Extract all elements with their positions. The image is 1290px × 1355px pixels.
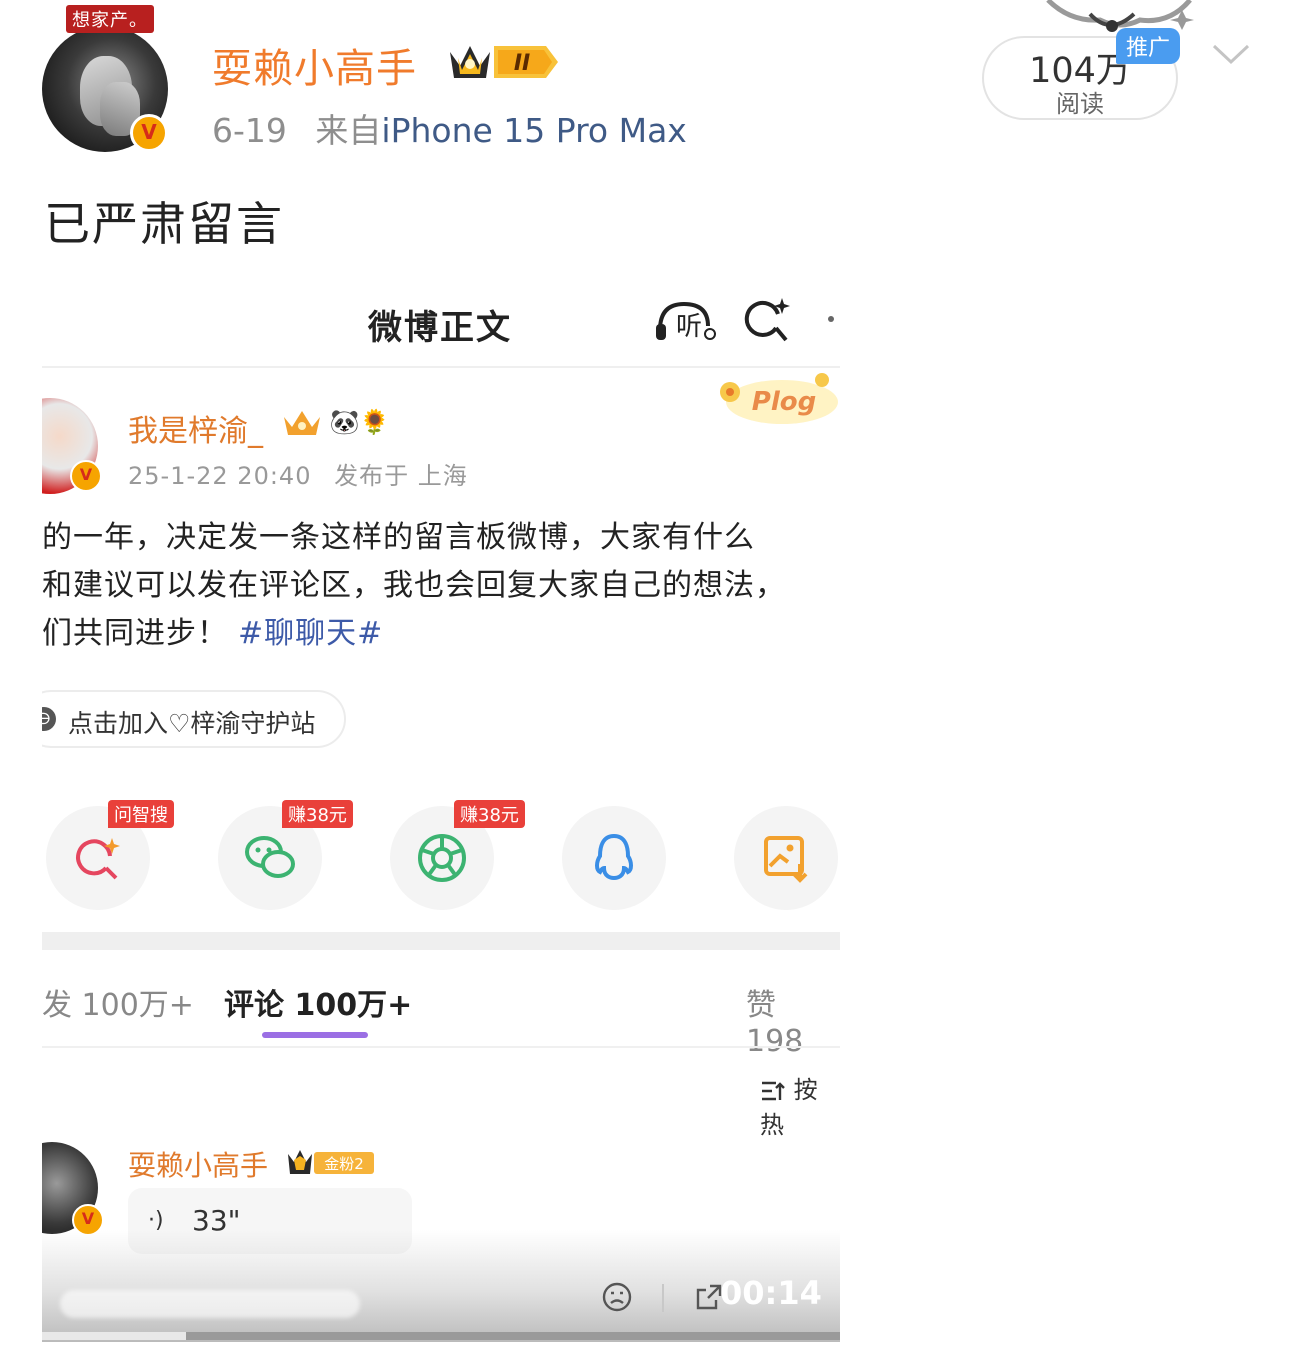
sort-button[interactable]: 按热 [760,1070,840,1140]
avatar-tag: 想家产。 [66,5,154,33]
share-badge-ai-search: 问智搜 [108,800,174,828]
plog-sticker-icon: Plog [720,373,838,424]
save-image-icon [764,836,808,883]
inner-crown-icon [284,411,320,435]
inner-author-name[interactable]: 我是梓渝_ [128,406,263,450]
inner-location-prefix: 发布于 [334,462,410,490]
body-line-1: 的一年，决定发一条这样的留言板微博，大家有什么 [42,520,755,555]
share-badge-wechat: 赚38元 [282,800,353,828]
inner-post-body: 的一年，决定发一条这样的留言板微博，大家有什么 和建议可以发在评论区，我也会回复… [42,514,840,658]
more-icon[interactable] [828,316,834,322]
share-save-image-button[interactable] [734,806,838,910]
qq-icon [595,833,633,881]
tab-active-indicator [262,1032,368,1038]
ai-search-icon[interactable] [742,294,792,344]
tab-comments[interactable]: 评论 100万+ [224,980,412,1024]
post-date: 6-19 [212,111,287,150]
source-prefix: 来自 [315,111,382,150]
emoji-icon[interactable] [602,1282,632,1312]
tabs-divider [42,1046,840,1048]
section-divider [42,932,840,950]
header-divider [42,366,840,368]
detail-title: 微博正文 [368,308,512,348]
listen-label: 听 [676,312,703,342]
body-line-2: 和建议可以发在评论区，我也会回复大家自己的想法， [42,568,786,603]
group-icon: ∋ [42,707,56,731]
moments-icon [418,834,466,882]
embedded-screenshot: 微博正文 听 V 我是梓渝_ 🐼🌻 25-1-22 20:40 发布于 上海 P… [42,270,840,1342]
body-line-3-text: 们共同进步！ [42,616,228,651]
commenter-name[interactable]: 耍赖小高手 [128,1144,268,1184]
comment-input-blur[interactable] [60,1290,360,1318]
fan-badge-text: 金粉2 [324,1155,364,1173]
inner-emoji-badges: 🐼🌻 [329,408,390,436]
tab-reposts[interactable]: 发 100万+ [42,980,194,1024]
share-badge-moments: 赚38元 [454,800,525,828]
post-meta: 6-19 来自iPhone 15 Pro Max [212,104,687,152]
post-text: 已严肃留言 [44,197,284,251]
level-text: II [514,51,530,76]
body-line-3: 们共同进步！ #聊聊天# [42,610,840,658]
hashtag-link[interactable]: #聊聊天# [238,616,383,651]
device-link[interactable]: iPhone 15 Pro Max [381,111,686,150]
ai-search-icon [76,838,120,880]
inner-post-datetime: 25-1-22 20:40 [128,462,312,490]
inner-author-badges: 🐼🌻 [282,408,389,437]
fan-badge-icon: 金粉2 [288,1150,374,1174]
sort-icon [762,1081,785,1101]
inner-verified-badge-icon: V [70,460,102,492]
verified-badge-icon: V [130,114,168,152]
crown-icon: II [450,46,558,78]
join-label: 点击加入♡梓渝守护站 [68,709,316,738]
chevron-down-icon[interactable] [1210,34,1252,76]
share-qq-button[interactable] [562,806,666,910]
inner-post-meta: 25-1-22 20:40 发布于 上海 [128,456,468,491]
promo-tag[interactable]: 推广 [1116,28,1181,64]
inner-location: 上海 [417,462,468,490]
plog-text: Plog [752,387,816,417]
wechat-icon [245,836,295,878]
video-progress-fill [42,1332,186,1340]
toolbar-separator [662,1284,664,1312]
join-supergroup-button[interactable]: ∋ 点击加入♡梓渝守护站 [42,690,346,748]
read-label: 阅读 [1056,90,1104,118]
author-username[interactable]: 耍赖小高手 [212,36,417,94]
video-timecode: 00:14 [720,1274,822,1312]
